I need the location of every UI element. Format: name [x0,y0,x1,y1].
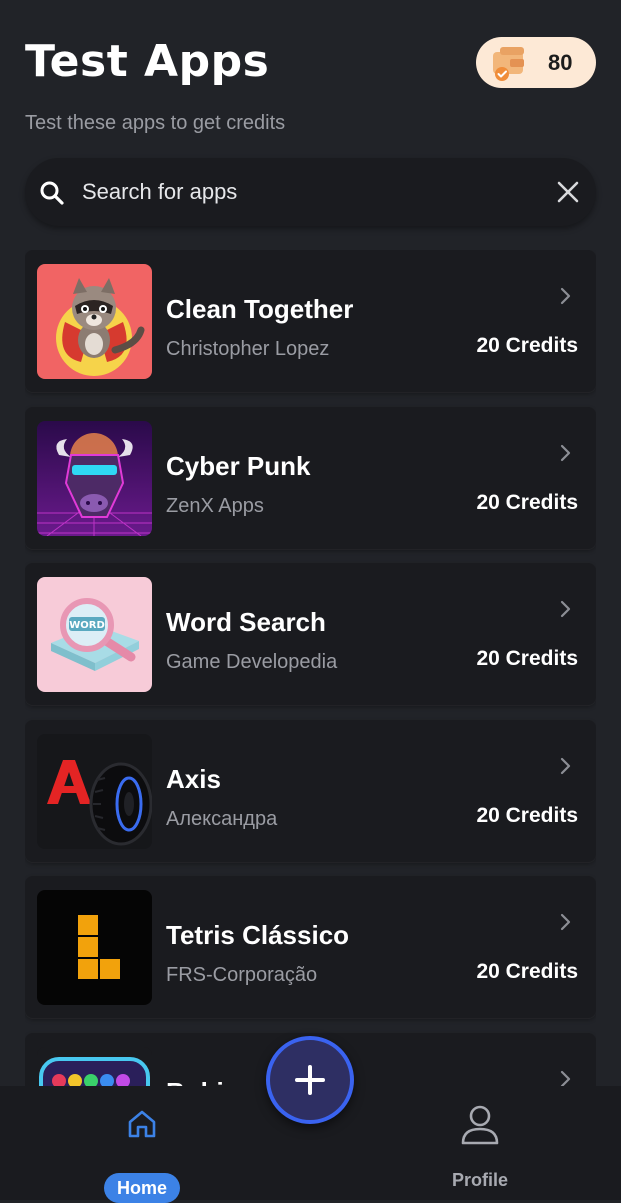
chevron-right-icon [560,913,571,931]
bubble-shooter-icon [37,1047,152,1086]
app-name: Cyber Punk [166,451,311,481]
app-developer: FRS-Corporação [166,964,318,986]
app-thumbnail [37,734,152,849]
nav-profile[interactable]: Profile [440,1104,520,1190]
app-name: Clean Together [166,294,354,324]
app-developer: Александра [166,808,278,830]
nav-home-label: Home [104,1173,180,1203]
credits-balance-badge[interactable]: 80 [476,37,596,88]
raccoon-hero-icon [37,264,152,379]
svg-text:WORD: WORD [69,620,105,631]
app-developer: Game Developedia [166,651,338,673]
magnifier-word-icon: WORD [37,577,152,692]
app-card-clean-together[interactable]: Clean Together Christopher Lopez 20 Cred… [25,250,596,392]
app-developer: ZenX Apps [166,495,264,517]
app-card-cyber-punk[interactable]: Cyber Punk ZenX Apps 20 Credits [25,407,596,549]
app-list: Clean Together Christopher Lopez 20 Cred… [25,250,596,1086]
chevron-right-icon [560,287,571,305]
app-developer: Christopher Lopez [166,338,330,360]
user-icon [461,1105,499,1145]
chevron-right-icon [560,600,571,618]
app-thumbnail [37,1047,152,1086]
app-thumbnail [37,421,152,536]
search-bar[interactable] [25,158,596,226]
cyber-bull-icon [37,421,152,536]
home-icon [128,1110,156,1138]
chevron-right-icon [560,757,571,775]
app-credits: 20 Credits [476,334,578,357]
app-name: Axis [166,764,221,794]
plus-icon [295,1065,325,1095]
app-thumbnail: WORD [37,577,152,692]
app-thumbnail [37,264,152,379]
app-name: Bubi [166,1077,224,1086]
chevron-right-icon [560,1070,571,1086]
page-subtitle: Test these apps to get credits [25,112,286,134]
app-credits: 20 Credits [476,491,578,514]
tetris-l-block-icon [37,890,152,1005]
search-icon [40,181,64,205]
tire-letter-a-icon [37,734,152,849]
app-card-axis[interactable]: Axis Александра 20 Credits [25,720,596,862]
page-title: Test Apps [25,36,270,87]
add-app-button[interactable] [266,1036,354,1124]
search-input[interactable] [82,158,522,226]
wallet-icon [493,47,524,81]
chevron-right-icon [560,444,571,462]
app-credits: 20 Credits [476,647,578,670]
credits-balance-value: 80 [548,50,573,75]
nav-profile-label: Profile [451,1170,508,1190]
app-credits: 20 Credits [476,960,578,983]
app-thumbnail [37,890,152,1005]
app-name: Word Search [166,607,326,637]
close-icon[interactable] [556,180,580,204]
app-card-tetris-classico[interactable]: Tetris Clássico FRS-Corporação 20 Credit… [25,876,596,1018]
app-card-word-search[interactable]: WORD Word Search Game Developedia 20 Cre… [25,563,596,705]
nav-home[interactable]: Home [104,1108,180,1203]
app-credits: 20 Credits [476,804,578,827]
app-name: Tetris Clássico [166,920,350,950]
